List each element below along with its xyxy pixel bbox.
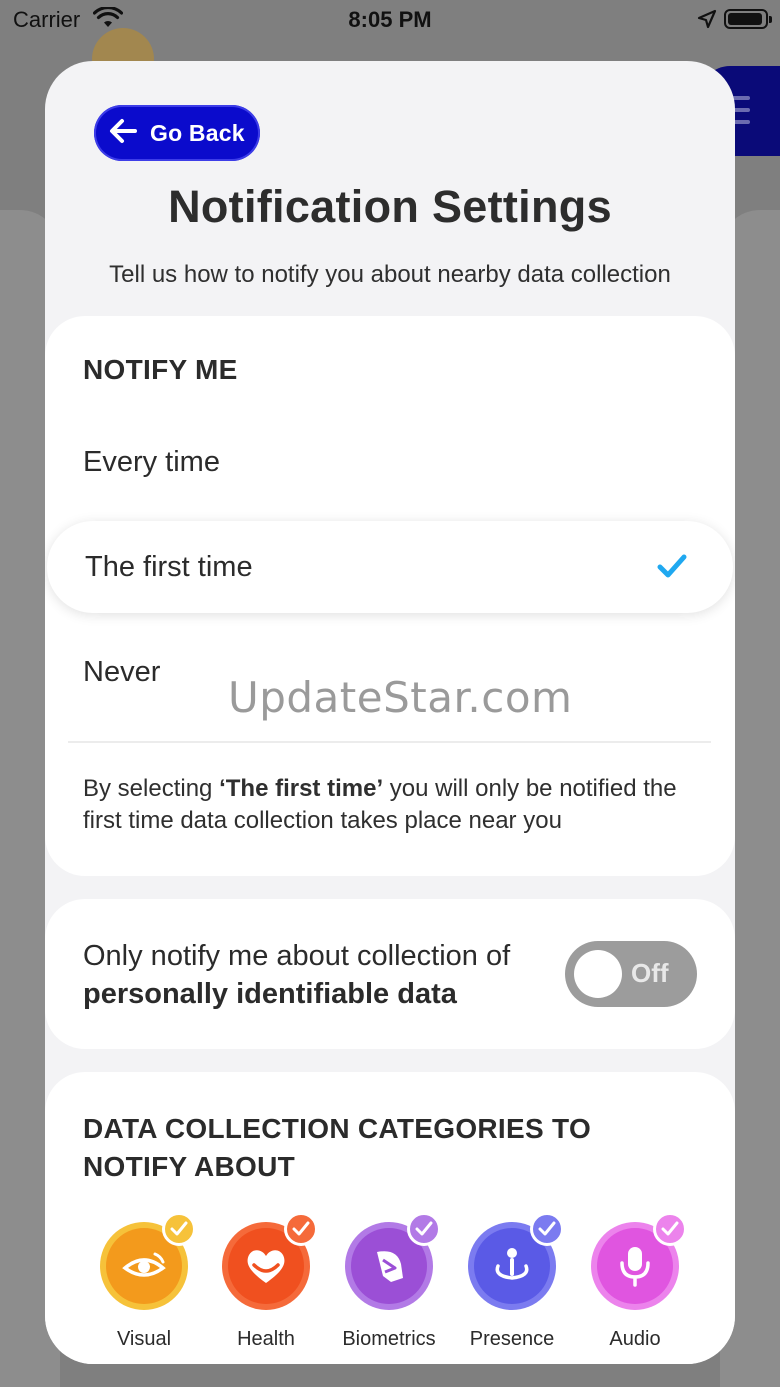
category-label: Health — [237, 1328, 295, 1350]
category-check-badge — [530, 1212, 564, 1246]
category-check-badge — [284, 1212, 318, 1246]
category-label: Audio — [609, 1328, 661, 1350]
category-check-badge — [162, 1212, 196, 1246]
notify-me-heading: NOTIFY ME — [83, 354, 238, 385]
category-label: Biometrics — [342, 1328, 436, 1350]
location-arrow-icon — [697, 9, 717, 34]
category-biometrics[interactable]: Biometrics — [334, 1212, 444, 1351]
category-audio[interactable]: Audio — [580, 1212, 690, 1351]
watermark: UpdateStar.com — [228, 673, 573, 722]
category-icon-circle — [100, 1212, 196, 1310]
category-icon-circle — [222, 1212, 318, 1310]
pii-card: Only notify me about collection of perso… — [45, 899, 735, 1049]
category-presence[interactable]: Presence — [457, 1212, 567, 1351]
category-check-badge — [407, 1212, 441, 1246]
checkmark-icon — [657, 553, 687, 587]
option-label: Never — [83, 655, 161, 688]
explanation-text: By selecting — [83, 775, 220, 802]
option-the-first-time[interactable]: The first time — [47, 521, 733, 613]
go-back-label: Go Back — [150, 119, 245, 146]
battery-icon — [724, 9, 772, 29]
category-icon-circle — [591, 1212, 687, 1310]
page-title: Notification Settings — [168, 181, 612, 232]
option-label: Every time — [83, 445, 220, 478]
go-back-button[interactable]: Go Back — [94, 105, 260, 161]
notify-me-card: NOTIFY ME Every time The first time Neve… — [45, 316, 735, 876]
explanation-emphasis: ‘The first time’ — [219, 775, 384, 802]
status-bar: Carrier 8:05 PM — [0, 0, 780, 40]
category-icon-circle — [345, 1212, 441, 1310]
category-label: Visual — [116, 1328, 172, 1350]
pii-text-emphasis: personally identifiable data — [83, 978, 457, 1010]
divider — [68, 741, 711, 743]
categories-heading: DATA COLLECTION CATEGORIES TO NOTIFY ABO… — [83, 1113, 592, 1182]
back-arrow-icon — [108, 118, 138, 149]
category-label: Presence — [469, 1328, 555, 1350]
pii-description: Only notify me about collection of perso… — [83, 937, 510, 1013]
page-subtitle: Tell us how to notify you about nearby d… — [109, 261, 671, 288]
pii-text-line: Only notify me about collection of — [83, 940, 511, 972]
categories-card: DATA COLLECTION CATEGORIES TO NOTIFY ABO… — [45, 1072, 735, 1364]
option-every-time[interactable]: Every time — [45, 416, 735, 508]
category-visual[interactable]: Visual — [89, 1212, 199, 1351]
notification-settings-modal: Go Back Notification Settings Tell us ho… — [45, 61, 735, 1364]
notify-explanation: By selecting ‘The first time’ you will o… — [83, 773, 703, 837]
option-label: The first time — [85, 550, 253, 583]
category-health[interactable]: Health — [211, 1212, 321, 1351]
status-time: 8:05 PM — [348, 7, 432, 32]
toggle-state-label: Off — [631, 958, 669, 988]
category-check-badge — [653, 1212, 687, 1246]
category-icon-circle — [468, 1212, 564, 1310]
pii-toggle[interactable]: Off — [565, 941, 697, 1007]
toggle-knob — [574, 950, 622, 998]
